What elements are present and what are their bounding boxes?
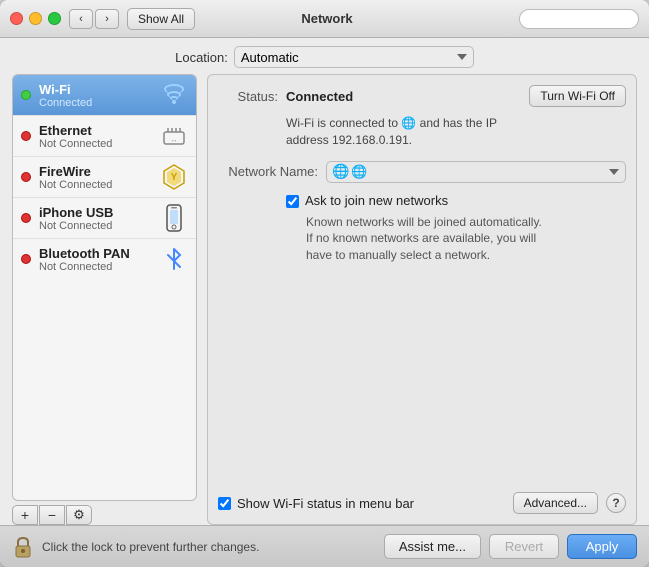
network-item-wifi[interactable]: Wi-Fi Connected — [13, 75, 196, 116]
network-item-bluetooth[interactable]: Bluetooth PAN Not Connected — [13, 239, 196, 279]
back-button[interactable]: ‹ — [69, 9, 93, 29]
net-name-firewire: FireWire — [39, 164, 152, 179]
ask-join-row: Ask to join new networks — [286, 193, 626, 208]
location-label: Location: — [175, 50, 228, 65]
network-gear-button[interactable]: ⚙ — [66, 505, 92, 525]
titlebar: ‹ › Show All Network 🔍 — [0, 0, 649, 38]
assist-me-button[interactable]: Assist me... — [384, 534, 481, 559]
main-content: Wi-Fi Connected — [0, 74, 649, 525]
advanced-button[interactable]: Advanced... — [513, 492, 598, 514]
search-wrap: 🔍 — [519, 9, 639, 29]
bottom-bar: Show Wi-Fi status in menu bar Advanced..… — [218, 492, 626, 514]
auto-join-desc: Known networks will be joined automatica… — [306, 214, 626, 264]
help-button[interactable]: ? — [606, 493, 626, 513]
window-footer: Click the lock to prevent further change… — [0, 525, 649, 567]
status-dot-firewire — [21, 172, 31, 182]
revert-button[interactable]: Revert — [489, 534, 559, 559]
network-window: ‹ › Show All Network 🔍 Location: Automat… — [0, 0, 649, 567]
lock-text: Click the lock to prevent further change… — [42, 540, 376, 554]
network-list: Wi-Fi Connected — [12, 74, 197, 501]
net-info-wifi: Wi-Fi Connected — [39, 82, 152, 109]
lock-icon[interactable] — [12, 536, 34, 558]
show-menubar-checkbox[interactable] — [218, 497, 231, 510]
remove-network-button[interactable]: − — [39, 505, 65, 525]
svg-text:↔: ↔ — [171, 137, 178, 144]
location-select[interactable]: Automatic Edit Locations... — [234, 46, 474, 68]
show-menubar-label: Show Wi-Fi status in menu bar — [237, 496, 414, 511]
show-menubar-row: Show Wi-Fi status in menu bar — [218, 496, 505, 511]
net-info-bluetooth: Bluetooth PAN Not Connected — [39, 246, 152, 273]
add-network-button[interactable]: + — [12, 505, 38, 525]
net-info-ethernet: Ethernet Not Connected — [39, 123, 152, 150]
network-name-row: Network Name: 🌐 🌐 — [218, 161, 626, 183]
turn-wifi-off-button[interactable]: Turn Wi-Fi Off — [529, 85, 626, 107]
ethernet-icon: ↔ — [160, 122, 188, 150]
network-item-ethernet[interactable]: Ethernet Not Connected ↔ — [13, 116, 196, 157]
forward-button[interactable]: › — [95, 9, 119, 29]
status-value: Connected — [286, 89, 353, 104]
ask-join-label: Ask to join new networks — [305, 193, 448, 208]
window-title: Network — [135, 11, 519, 26]
net-name-wifi: Wi-Fi — [39, 82, 152, 97]
network-name-select[interactable]: 🌐 — [326, 161, 626, 183]
net-name-iphone: iPhone USB — [39, 205, 152, 220]
net-name-bluetooth: Bluetooth PAN — [39, 246, 152, 261]
location-bar: Location: Automatic Edit Locations... — [0, 38, 649, 74]
minimize-button[interactable] — [29, 12, 42, 25]
net-status-bluetooth: Not Connected — [39, 261, 152, 273]
apply-button[interactable]: Apply — [567, 534, 637, 559]
network-item-firewire[interactable]: FireWire Not Connected Y — [13, 157, 196, 198]
close-button[interactable] — [10, 12, 23, 25]
network-item-iphone-usb[interactable]: iPhone USB Not Connected — [13, 198, 196, 239]
net-info-iphone: iPhone USB Not Connected — [39, 205, 152, 232]
status-label: Status: — [218, 89, 278, 104]
wifi-icon — [160, 81, 188, 109]
svg-text:Y: Y — [171, 172, 178, 183]
ask-join-checkbox[interactable] — [286, 195, 299, 208]
status-dot-ethernet — [21, 131, 31, 141]
network-select-wrap: 🌐 🌐 — [326, 161, 626, 183]
status-dot-iphone — [21, 213, 31, 223]
status-dot-wifi — [21, 90, 31, 100]
iphone-icon — [160, 204, 188, 232]
status-row: Status: Connected Turn Wi-Fi Off — [218, 85, 626, 107]
net-status-wifi: Connected — [39, 97, 152, 109]
status-dot-bluetooth — [21, 254, 31, 264]
net-info-firewire: FireWire Not Connected — [39, 164, 152, 191]
bluetooth-icon — [160, 245, 188, 273]
firewire-icon: Y — [160, 163, 188, 191]
net-status-ethernet: Not Connected — [39, 138, 152, 150]
net-name-ethernet: Ethernet — [39, 123, 152, 138]
left-panel: Wi-Fi Connected — [12, 74, 197, 525]
status-desc: Wi-Fi is connected to 🌐 and has the IPad… — [286, 115, 626, 149]
maximize-button[interactable] — [48, 12, 61, 25]
net-status-firewire: Not Connected — [39, 179, 152, 191]
nav-buttons: ‹ › — [69, 9, 119, 29]
traffic-lights — [10, 12, 61, 25]
search-input[interactable] — [519, 9, 639, 29]
panel-controls: + − ⚙ — [12, 505, 197, 525]
net-status-iphone: Not Connected — [39, 220, 152, 232]
network-name-label: Network Name: — [218, 164, 318, 179]
right-panel: Status: Connected Turn Wi-Fi Off Wi-Fi i… — [207, 74, 637, 525]
